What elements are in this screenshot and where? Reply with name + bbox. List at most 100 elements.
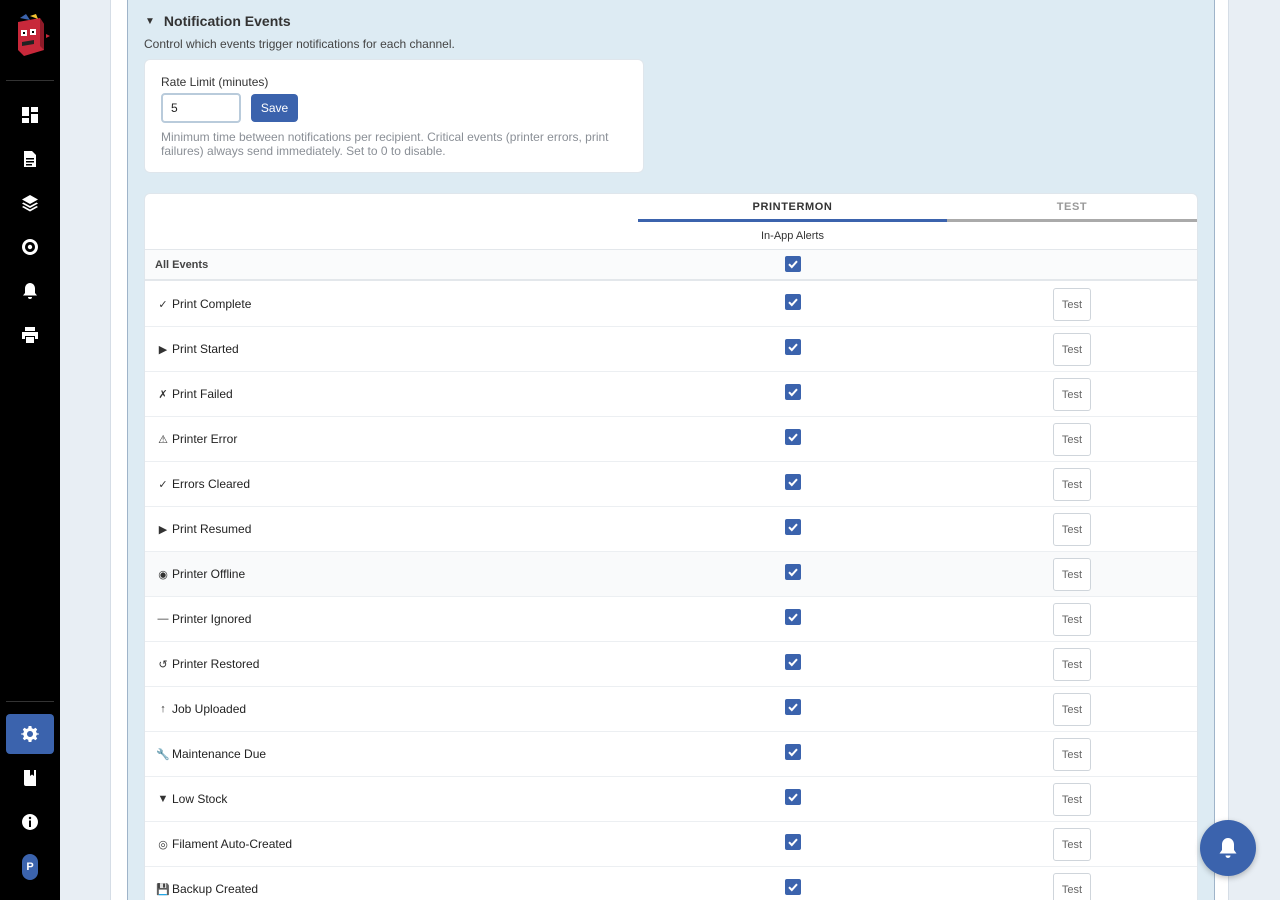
table-row: ▶ Print Started Test	[145, 327, 1197, 372]
event-printermon-checkbox[interactable]	[785, 879, 801, 895]
save-button[interactable]: Save	[251, 94, 298, 122]
nav-documents[interactable]	[6, 139, 54, 179]
table-row: 💾 Backup Created Test	[145, 867, 1197, 900]
event-icon: ◉	[158, 569, 168, 581]
app-logo[interactable]	[10, 14, 50, 60]
column-subheader-printermon: In-App Alerts	[761, 230, 824, 242]
event-icon: ▼	[157, 793, 169, 805]
test-event-button[interactable]: Test	[1053, 513, 1091, 546]
info-icon	[21, 814, 38, 830]
test-event-button[interactable]: Test	[1053, 828, 1091, 861]
nav-docs[interactable]	[6, 758, 54, 798]
event-printermon-checkbox[interactable]	[785, 339, 801, 355]
event-icon: 🔧	[156, 749, 170, 761]
test-event-button[interactable]: Test	[1053, 873, 1091, 900]
section-title: Notification Events	[163, 13, 291, 29]
event-label: Print Complete	[172, 297, 252, 311]
test-event-button[interactable]: Test	[1053, 783, 1091, 816]
checkmark-icon	[788, 658, 798, 667]
event-rows: ✓ Print Complete Test ▶ Print Started Test ✗ Pr…	[145, 282, 1197, 900]
checkmark-icon	[788, 388, 798, 397]
collapse-caret-icon[interactable]: ▼	[145, 16, 155, 27]
event-icon: ⚠	[158, 434, 168, 446]
table-row: — Printer Ignored Test	[145, 597, 1197, 642]
event-icon: 💾	[156, 884, 170, 896]
event-label: Job Uploaded	[172, 702, 247, 716]
event-icon: ↺	[158, 659, 168, 671]
event-icon: ◎	[158, 839, 168, 851]
test-event-button[interactable]: Test	[1053, 333, 1091, 366]
nav-filament[interactable]	[6, 227, 54, 267]
notification-events-section: ▼ Notification Events Control which even…	[127, 0, 1215, 900]
event-label: Printer Error	[172, 432, 238, 446]
event-label: Filament Auto-Created	[172, 837, 293, 851]
test-event-button[interactable]: Test	[1053, 423, 1091, 456]
table-row: ✗ Print Failed Test	[145, 372, 1197, 417]
rate-limit-label: Rate Limit (minutes)	[161, 75, 269, 89]
table-row: ↑ Job Uploaded Test	[145, 687, 1197, 732]
filament-spool-icon	[21, 239, 38, 255]
book-icon	[24, 770, 36, 786]
layers-icon	[22, 195, 38, 212]
test-event-button[interactable]: Test	[1053, 648, 1091, 681]
event-printermon-checkbox[interactable]	[785, 564, 801, 580]
checkmark-icon	[788, 433, 798, 442]
test-event-button[interactable]: Test	[1053, 288, 1091, 321]
event-printermon-checkbox[interactable]	[785, 609, 801, 625]
sidebar: P	[0, 0, 60, 900]
test-event-button[interactable]: Test	[1053, 378, 1091, 411]
event-label: Low Stock	[172, 792, 228, 806]
nav-dashboard[interactable]	[6, 95, 54, 135]
event-printermon-checkbox[interactable]	[785, 744, 801, 760]
event-printermon-checkbox[interactable]	[785, 699, 801, 715]
events-table: PRINTERMON TEST In-App Alerts All Events…	[144, 193, 1198, 900]
column-header-printermon: PRINTERMON	[638, 194, 947, 222]
event-icon: ↑	[160, 703, 166, 715]
nav-notifications[interactable]	[6, 271, 54, 311]
checkmark-icon	[788, 883, 798, 892]
event-printermon-checkbox[interactable]	[785, 834, 801, 850]
test-event-button[interactable]: Test	[1053, 693, 1091, 726]
test-event-button[interactable]: Test	[1053, 738, 1091, 771]
nav-printers[interactable]	[6, 315, 54, 355]
test-event-button[interactable]: Test	[1053, 558, 1091, 591]
event-printermon-checkbox[interactable]	[785, 384, 801, 400]
event-label: Backup Created	[172, 882, 259, 896]
bell-icon	[1219, 838, 1237, 858]
checkmark-icon	[788, 343, 798, 352]
section-header[interactable]: ▼ Notification Events	[145, 13, 291, 29]
sidebar-divider	[6, 80, 54, 81]
event-printermon-checkbox[interactable]	[785, 519, 801, 535]
event-label: Maintenance Due	[172, 747, 267, 761]
sidebar-nav	[6, 95, 54, 359]
user-avatar[interactable]: P	[22, 854, 38, 880]
test-event-button[interactable]: Test	[1053, 603, 1091, 636]
event-printermon-checkbox[interactable]	[785, 789, 801, 805]
checkmark-icon	[788, 298, 798, 307]
event-icon: —	[157, 613, 169, 625]
notifications-fab[interactable]	[1200, 820, 1256, 876]
rate-limit-input[interactable]	[161, 93, 241, 123]
event-printermon-checkbox[interactable]	[785, 429, 801, 445]
all-events-checkbox[interactable]	[785, 256, 801, 272]
event-label: Print Started	[172, 342, 239, 356]
test-event-button[interactable]: Test	[1053, 468, 1091, 501]
table-row: ▶ Print Resumed Test	[145, 507, 1197, 552]
rate-limit-help: Minimum time between notifications per r…	[161, 130, 609, 158]
nav-layers[interactable]	[6, 183, 54, 223]
document-icon	[24, 151, 36, 167]
nav-about[interactable]	[6, 802, 54, 842]
table-header: PRINTERMON TEST	[145, 194, 1197, 222]
column-header-test: TEST	[947, 194, 1197, 222]
event-printermon-checkbox[interactable]	[785, 474, 801, 490]
checkmark-icon	[788, 478, 798, 487]
event-label: Print Failed	[172, 387, 233, 401]
table-row: ▼ Low Stock Test	[145, 777, 1197, 822]
event-label: Printer Ignored	[172, 612, 252, 626]
event-printermon-checkbox[interactable]	[785, 654, 801, 670]
event-printermon-checkbox[interactable]	[785, 294, 801, 310]
checkmark-icon	[788, 748, 798, 757]
checkmark-icon	[788, 568, 798, 577]
table-row: 🔧 Maintenance Due Test	[145, 732, 1197, 777]
nav-settings[interactable]	[6, 714, 54, 754]
